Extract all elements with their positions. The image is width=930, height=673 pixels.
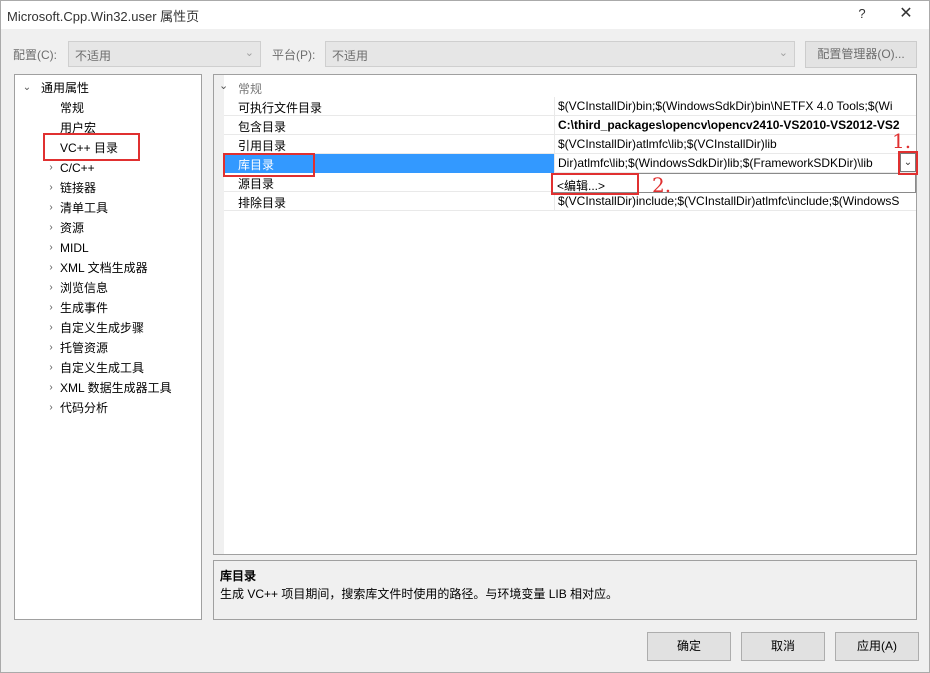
column-divider xyxy=(554,116,555,135)
configuration-manager-button[interactable]: 配置管理器(O)... xyxy=(805,41,917,68)
collapsed-chevron-icon: › xyxy=(49,342,53,353)
tree-item-label: 托管资源 xyxy=(60,341,109,355)
collapsed-chevron-icon: › xyxy=(49,162,53,173)
property-name: 源目录 xyxy=(238,177,275,191)
description-panel: 库目录 生成 VC++ 项目期间，搜索库文件时使用的路径。与环境变量 LIB 相… xyxy=(213,560,917,620)
collapsed-chevron-icon: › xyxy=(49,322,53,333)
tree-item-label: 链接器 xyxy=(60,181,97,195)
platform-label: 平台(P): xyxy=(272,48,316,62)
tree-item-label: XML 数据生成器工具 xyxy=(60,381,172,395)
collapsed-chevron-icon: › xyxy=(49,222,53,233)
property-value: $(VCInstallDir)atlmfc\lib;$(VCInstallDir… xyxy=(558,137,777,151)
expanded-chevron-icon: ⌄ xyxy=(22,82,32,93)
collapsed-chevron-icon: › xyxy=(49,382,53,393)
cancel-button[interactable]: 取消 xyxy=(741,632,825,661)
category-general[interactable]: ⌄ 常规 xyxy=(214,78,914,96)
tree-root-label: 通用属性 xyxy=(41,81,90,95)
grid-gutter xyxy=(214,75,224,554)
help-button[interactable]: ? xyxy=(851,3,873,25)
configuration-value: 不适用 xyxy=(75,49,112,63)
tree-item-label: C/C++ xyxy=(60,161,95,175)
property-name: 包含目录 xyxy=(238,120,287,134)
highlight-lib-dirs xyxy=(223,153,315,177)
property-row[interactable]: 可执行文件目录 $(VCInstallDir)bin;$(WindowsSdkDi… xyxy=(224,97,916,116)
property-row[interactable]: 包含目录 C:\third_packages\opencv\opencv2410-… xyxy=(224,116,916,135)
collapsed-chevron-icon: › xyxy=(49,302,53,313)
property-row[interactable]: 引用目录 $(VCInstallDir)atlmfc\lib;$(VCInstal… xyxy=(224,135,916,154)
tree-item-label: 自定义生成步骤 xyxy=(60,321,145,335)
window-title: Microsoft.Cpp.Win32.user 属性页 xyxy=(7,9,200,24)
title-bar: Microsoft.Cpp.Win32.user 属性页 ? ✕ xyxy=(1,1,929,29)
column-divider xyxy=(554,97,555,116)
platform-combo[interactable]: 不适用 ⌄ xyxy=(325,41,795,67)
annotation-two: 2. xyxy=(652,173,672,197)
collapse-chevron-icon: ⌄ xyxy=(219,80,229,92)
column-divider xyxy=(554,135,555,154)
collapsed-chevron-icon: › xyxy=(49,182,53,193)
category-label: 常规 xyxy=(238,82,263,96)
tree-item-label: 清单工具 xyxy=(60,201,109,215)
chevron-down-icon: ⌄ xyxy=(778,47,788,59)
highlight-edit-option xyxy=(551,173,639,195)
tree-item-label: 资源 xyxy=(60,221,85,235)
tree-item-label: 常规 xyxy=(60,101,85,115)
platform-value: 不适用 xyxy=(332,49,369,63)
property-pages-dialog: Microsoft.Cpp.Win32.user 属性页 ? ✕ 配置(C): … xyxy=(0,0,930,673)
tree-item-label: 生成事件 xyxy=(60,301,109,315)
tree-item-label: 自定义生成工具 xyxy=(60,361,145,375)
property-value: $(VCInstallDir)include;$(VCInstallDir)at… xyxy=(558,194,900,208)
tree-item-label: 代码分析 xyxy=(60,401,109,415)
tree-item-label: MIDL xyxy=(60,241,89,255)
property-name: 排除目录 xyxy=(238,196,287,210)
column-divider xyxy=(554,154,555,173)
tree-item-label: 浏览信息 xyxy=(60,281,109,295)
ok-button[interactable]: 确定 xyxy=(647,632,731,661)
annotation-one: 1. xyxy=(892,129,912,153)
collapsed-chevron-icon: › xyxy=(49,362,53,373)
configuration-label: 配置(C): xyxy=(13,48,57,62)
property-row[interactable]: 库目录 Dir)atlmfc\lib;$(WindowsSdkDir)lib;$(… xyxy=(224,154,916,173)
property-value: C:\third_packages\opencv\opencv2410-VS20… xyxy=(558,118,900,132)
collapsed-chevron-icon: › xyxy=(49,242,53,253)
chevron-down-icon: ⌄ xyxy=(244,47,254,59)
property-value: $(VCInstallDir)bin;$(WindowsSdkDir)bin\N… xyxy=(558,99,893,113)
collapsed-chevron-icon: › xyxy=(49,262,53,273)
collapsed-chevron-icon: › xyxy=(49,402,53,413)
tree-item-label: XML 文档生成器 xyxy=(60,261,148,275)
property-name: 可执行文件目录 xyxy=(238,101,323,115)
collapsed-chevron-icon: › xyxy=(49,282,53,293)
property-grid: ⌄ 常规 可执行文件目录 $(VCInstallDir)bin;$(Windows… xyxy=(213,74,917,555)
property-name: 引用目录 xyxy=(238,139,287,153)
description-text: 生成 VC++ 项目期间，搜索库文件时使用的路径。与环境变量 LIB 相对应。 xyxy=(220,587,619,601)
apply-button[interactable]: 应用(A) xyxy=(835,632,919,661)
collapsed-chevron-icon: › xyxy=(49,202,53,213)
configuration-combo[interactable]: 不适用 ⌄ xyxy=(68,41,261,67)
highlight-vc-dirs xyxy=(43,133,140,161)
highlight-dropdown-button xyxy=(898,151,918,175)
description-title: 库目录 xyxy=(220,569,257,583)
property-value[interactable]: Dir)atlmfc\lib;$(WindowsSdkDir)lib;$(Fra… xyxy=(558,156,873,170)
close-button[interactable]: ✕ xyxy=(893,3,919,25)
